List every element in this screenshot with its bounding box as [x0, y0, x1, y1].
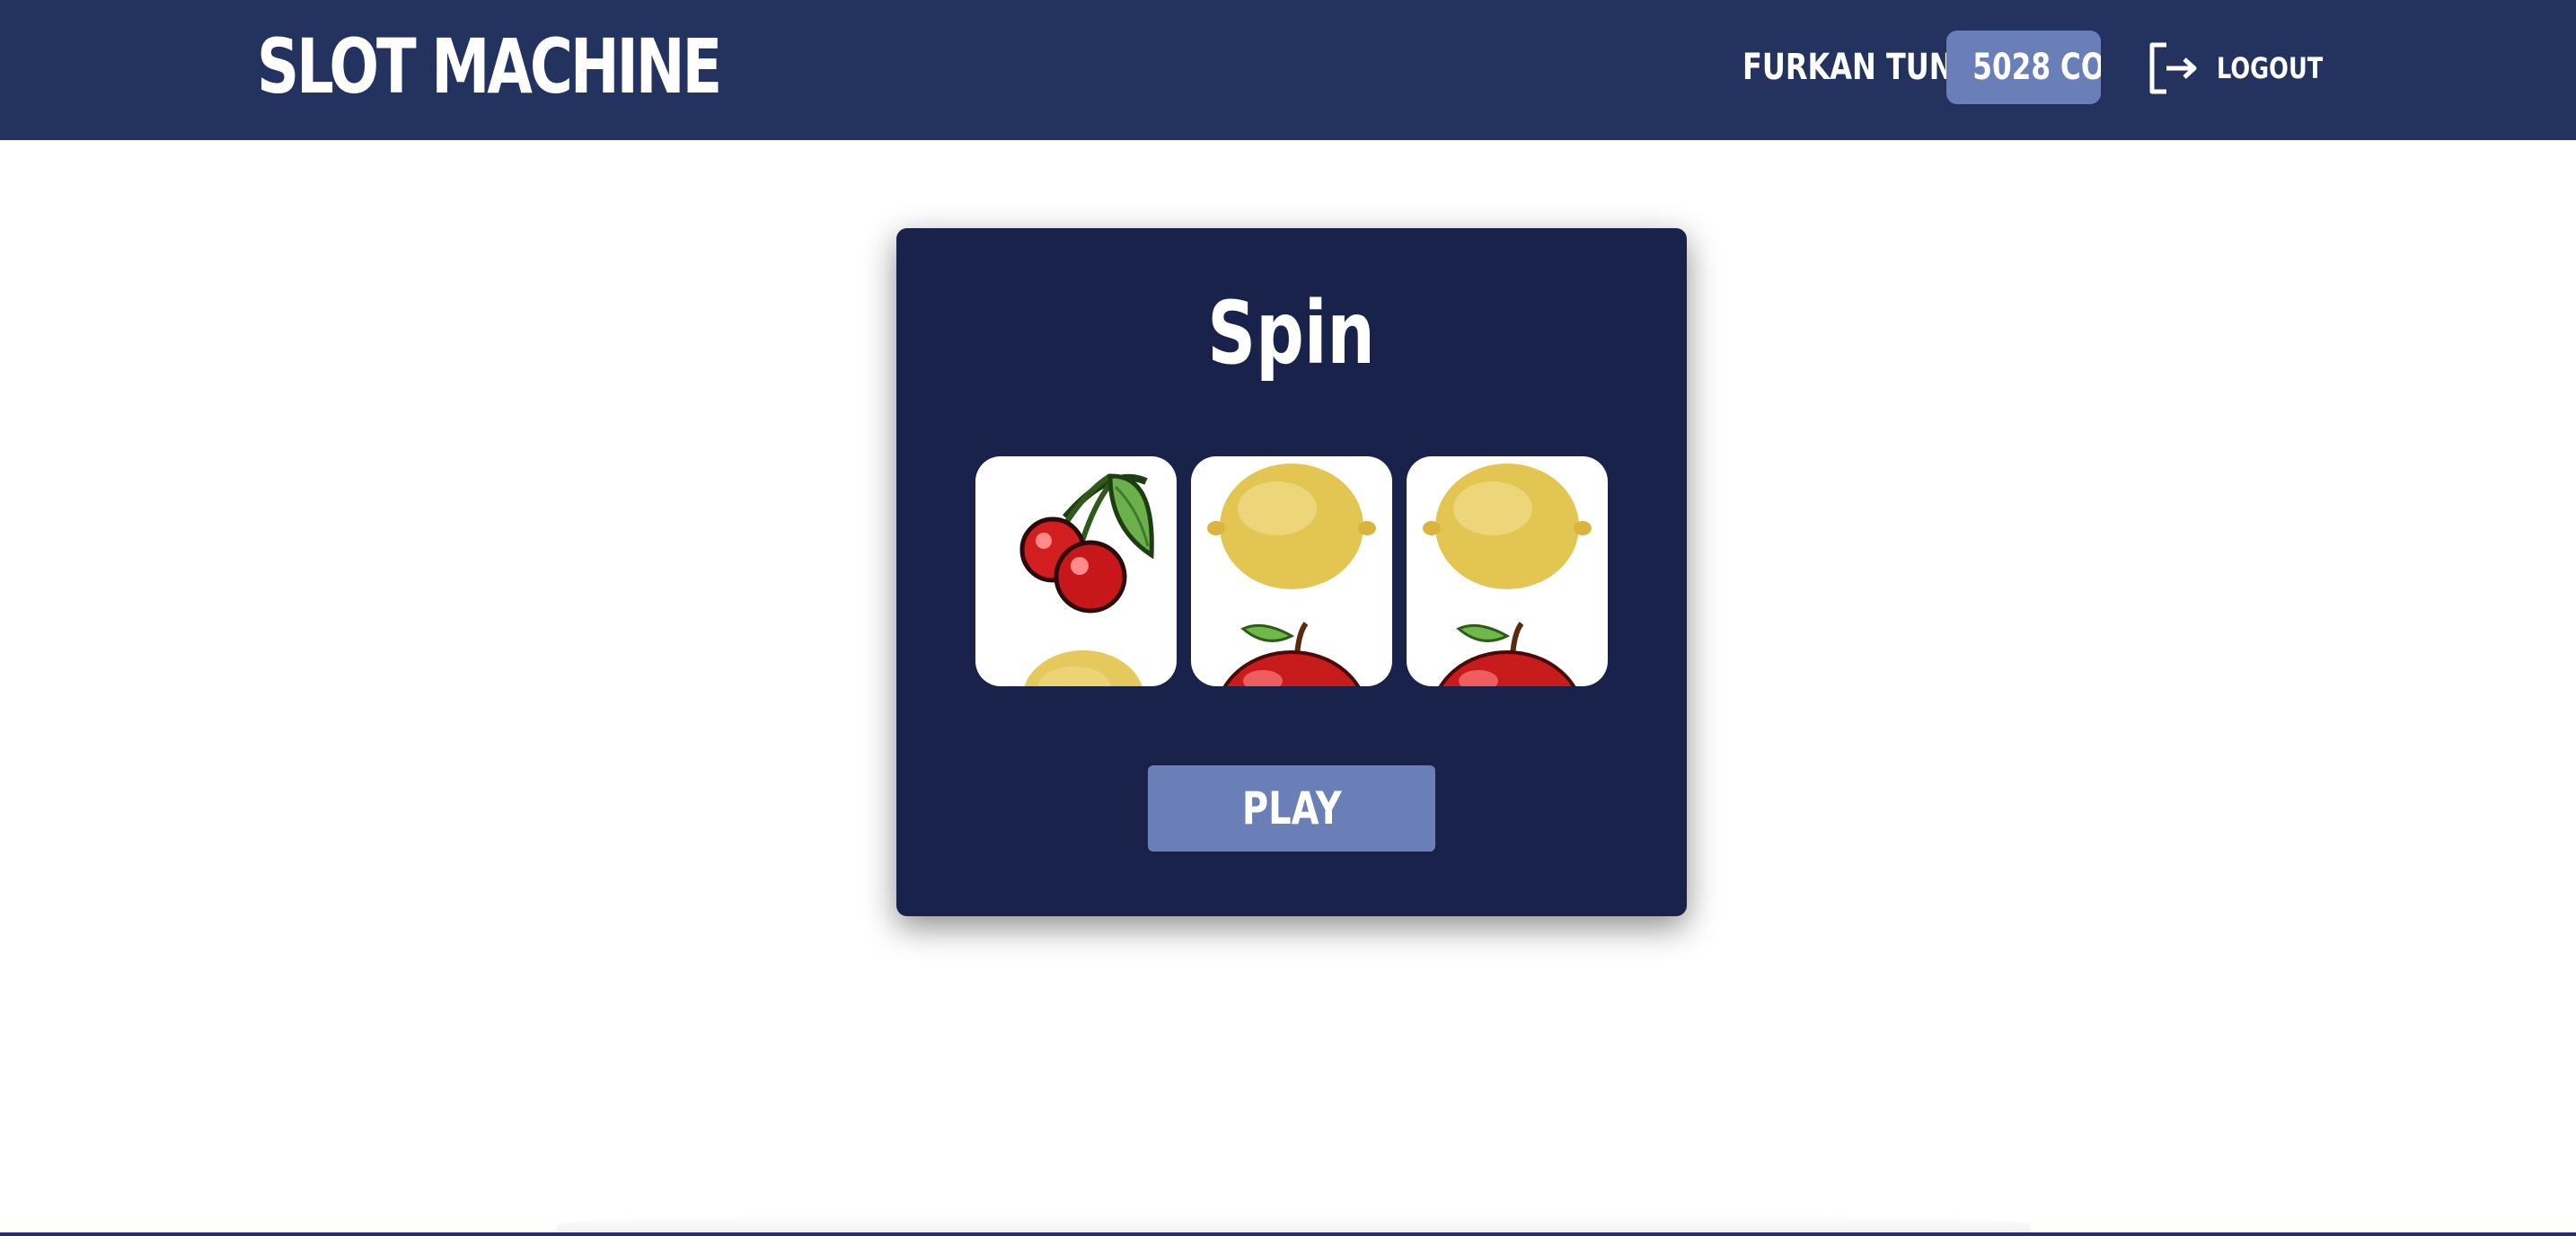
coin-balance-label: 5028 COINS [1972, 47, 2101, 88]
apple-icon [1222, 622, 1361, 686]
coin-balance-badge: 5028 COINS [1946, 31, 2101, 104]
apple-icon [1438, 622, 1576, 686]
slot-machine-card: Spin PLAY [896, 228, 1687, 916]
spin-title-text: Spin [1207, 283, 1376, 384]
spin-title: Spin [896, 284, 1687, 383]
reel-1 [975, 456, 1177, 686]
lemon-icon [1024, 650, 1142, 686]
app-title: SLOT MACHINE [257, 22, 722, 110]
logout-button[interactable]: LOGOUT [2147, 40, 2350, 97]
page-bottom-border [0, 1232, 2576, 1236]
reel-3 [1407, 456, 1608, 686]
top-navbar: SLOT MACHINE FURKAN TUNA 5028 COINS LOGO… [0, 0, 2576, 140]
user-name: FURKAN TUNA [1742, 47, 1976, 88]
play-button-label: PLAY [1241, 782, 1342, 834]
logout-icon [2149, 42, 2197, 94]
play-button[interactable]: PLAY [1148, 765, 1435, 852]
reel-2 [1191, 456, 1392, 686]
logout-label: LOGOUT [2217, 51, 2324, 85]
